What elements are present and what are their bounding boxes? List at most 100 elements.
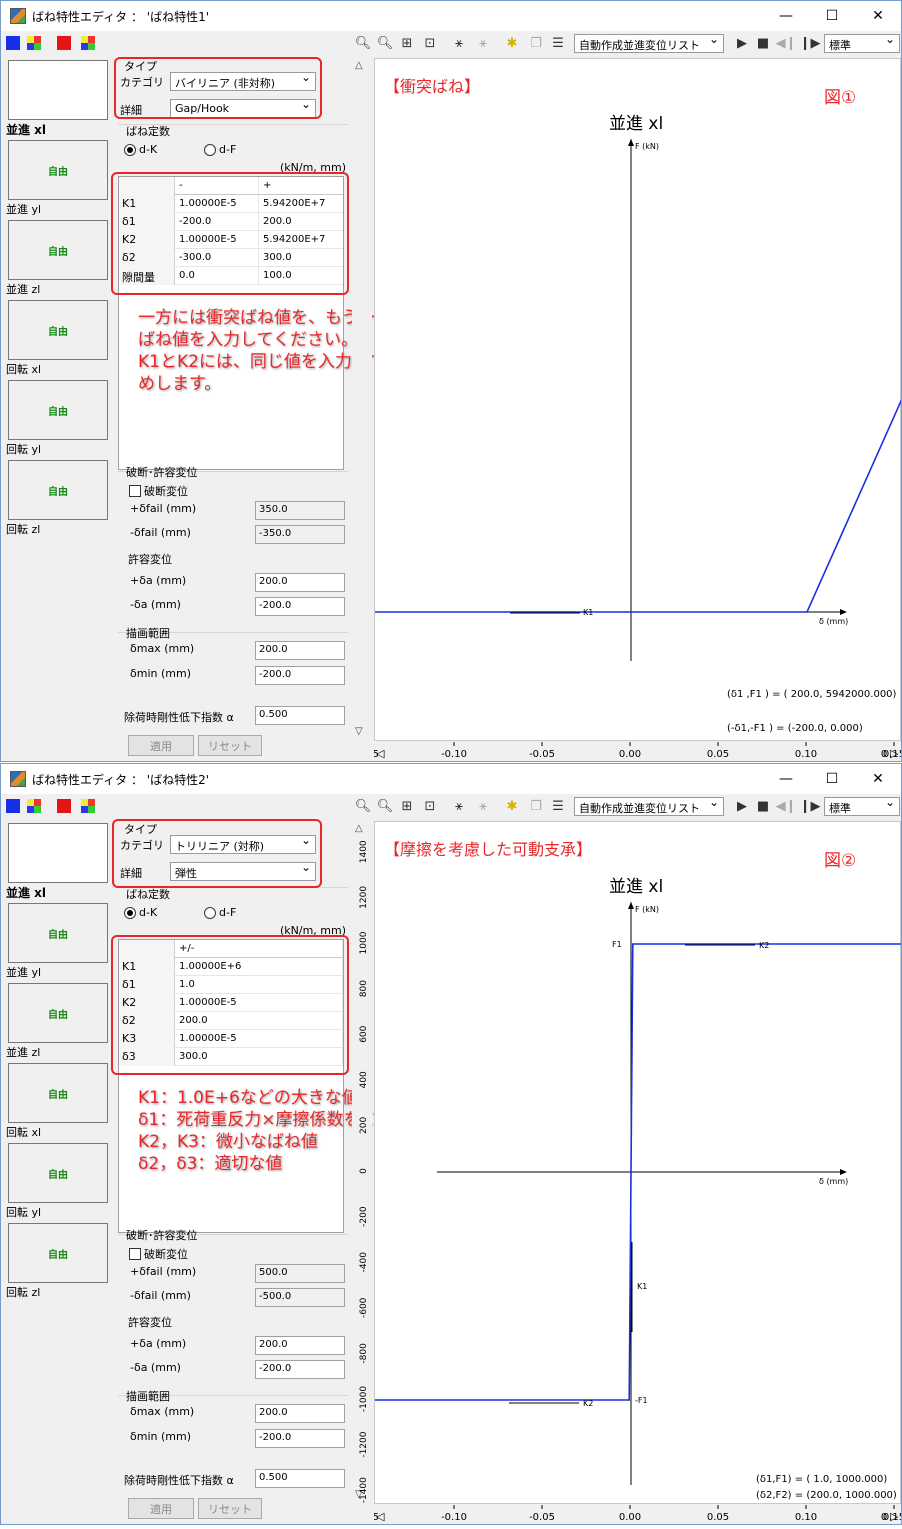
direction-thumbnail[interactable]: 自由 並進 zl bbox=[5, 218, 111, 298]
spring-curve-plot: F (kN) δ (mm) K1 【衝突ばね】 図① 並進 xl (δ1 ,F1 )… bbox=[374, 58, 901, 741]
run-figure-icon[interactable]: ✱ bbox=[504, 798, 520, 814]
blue-color-icon[interactable] bbox=[6, 36, 20, 50]
direction-thumbnail[interactable]: 自由 並進 zl bbox=[5, 981, 111, 1061]
maximize-button[interactable]: ☐ bbox=[809, 764, 855, 794]
horizontal-scrollbar[interactable]: ◁-0.25-0.20-0.15-0.10-0.050.000.050.100.… bbox=[177, 1505, 901, 1524]
thumbnail-preview: 自由 bbox=[8, 1063, 108, 1123]
step-forward-icon[interactable]: ❙▶ bbox=[800, 798, 821, 814]
run-figure-icon[interactable]: ✱ bbox=[504, 35, 520, 51]
close-button[interactable]: ✕ bbox=[855, 1, 901, 31]
y-tick-label: -1000 bbox=[359, 1386, 369, 1412]
direction-thumbnail[interactable]: 自由 回転 zl bbox=[5, 458, 111, 538]
close-button[interactable]: ✕ bbox=[855, 764, 901, 794]
zoom-in-icon[interactable]: 🔍︎ bbox=[355, 798, 372, 814]
direction-thumbnail[interactable]: 自由 回転 xl bbox=[5, 1061, 111, 1141]
mode-select[interactable]: 標準 bbox=[824, 34, 900, 53]
fit-all-icon[interactable]: ⊞ bbox=[399, 35, 415, 51]
red-color-icon[interactable] bbox=[57, 799, 71, 813]
y-tick-label: -400 bbox=[359, 1252, 369, 1273]
thumbnail-preview: 自由 bbox=[8, 1223, 108, 1283]
mode-select[interactable]: 標準 bbox=[824, 797, 900, 816]
instruction-note-line: K1：1.0E+6などの大きな値 bbox=[138, 1088, 359, 1108]
vertical-scrollbar[interactable]: △ ▽ bbox=[352, 58, 372, 741]
vertical-scrollbar[interactable]: △ ▽ 1400 1200 1000 800 600 400 200 0 -200 -400 -60… bbox=[352, 821, 372, 1504]
dk-radio[interactable] bbox=[124, 144, 136, 156]
direction-thumbnail[interactable]: 並進 xl bbox=[5, 821, 111, 901]
spring-disabled-icon: ⚹ bbox=[479, 35, 487, 51]
red-color-icon[interactable] bbox=[57, 36, 71, 50]
thumbnail-label: 回転 xl bbox=[6, 363, 42, 376]
fit-window-icon[interactable]: ⊡ bbox=[422, 798, 438, 814]
palette-icon[interactable] bbox=[27, 799, 41, 813]
scroll-down-icon[interactable]: ▽ bbox=[355, 726, 363, 737]
df-radio[interactable] bbox=[204, 907, 216, 919]
toolbar: 🔍︎ 🔍︎ ⊞ ⊡ ⚹ ⚹ ✱ ❐ ☰ 自動作成並進変位リスト ▶ ■ ◀❙ ❙… bbox=[1, 31, 901, 55]
stop-icon[interactable]: ■ bbox=[755, 798, 771, 814]
list-icon[interactable]: ☰ bbox=[550, 798, 566, 814]
fit-window-icon[interactable]: ⊡ bbox=[422, 35, 438, 51]
spring-disabled-icon: ⚹ bbox=[479, 798, 487, 814]
curve-point bbox=[628, 1399, 631, 1401]
direction-thumbnail[interactable]: 自由 並進 yl bbox=[5, 138, 111, 218]
palette-icon[interactable] bbox=[81, 799, 95, 813]
df-radio[interactable] bbox=[204, 144, 216, 156]
thumbnail-label: 並進 yl bbox=[6, 203, 42, 216]
readout-line: (δ1 ,F1 ) = ( 200.0, 5942000.000) bbox=[727, 689, 897, 700]
y-axis-arrow-icon bbox=[628, 902, 634, 909]
direction-thumbnail[interactable]: 自由並進 yl bbox=[5, 901, 111, 981]
direction-thumbnail[interactable]: 自由 回転 yl bbox=[5, 1141, 111, 1221]
spring-tool-icon[interactable]: ⚹ bbox=[451, 35, 467, 51]
plot-annotation: 【衝突ばね】 bbox=[384, 77, 481, 96]
minimize-button[interactable]: — bbox=[763, 764, 809, 794]
y-tick-label: -600 bbox=[359, 1297, 369, 1318]
step-forward-icon[interactable]: ❙▶ bbox=[800, 35, 821, 51]
thumbnail-label: 並進 yl bbox=[6, 966, 42, 979]
thumbnail-preview: 自由 bbox=[8, 220, 108, 280]
palette-icon[interactable] bbox=[81, 36, 95, 50]
dk-radio[interactable] bbox=[124, 907, 136, 919]
horizontal-scrollbar[interactable]: ◁-0.25-0.20-0.15-0.10-0.050.000.050.100.… bbox=[177, 742, 901, 761]
direction-thumbnail[interactable]: 並進 xl bbox=[5, 58, 111, 138]
x-tick-label: 0 bbox=[881, 1512, 887, 1523]
scroll-right-icon[interactable]: ▷ bbox=[890, 747, 899, 760]
curve-label: K1 bbox=[637, 1282, 647, 1291]
plot-canvas: F (kN) δ (mm) F1 K2 K1 -F1 K2 bbox=[375, 902, 901, 1485]
stop-icon[interactable]: ■ bbox=[755, 35, 771, 51]
x-tick-label: -0.15 bbox=[374, 749, 379, 760]
thumbnail-preview bbox=[8, 60, 108, 120]
palette-icon[interactable] bbox=[27, 36, 41, 50]
direction-thumbnail[interactable]: 自由 回転 xl bbox=[5, 298, 111, 378]
displacement-list-select[interactable]: 自動作成並進変位リスト bbox=[574, 797, 724, 816]
title-bar: ばね特性エディタ ： 'ばね特性2' — ☐ ✕ bbox=[1, 764, 901, 794]
maximize-button[interactable]: ☐ bbox=[809, 1, 855, 31]
plot-title: 並進 xl bbox=[609, 114, 664, 134]
blue-color-icon[interactable] bbox=[6, 799, 20, 813]
x-axis-label: δ (mm) bbox=[819, 1177, 848, 1186]
zoom-out-icon[interactable]: 🔍︎ bbox=[377, 798, 394, 814]
scroll-up-icon[interactable]: △ bbox=[355, 60, 363, 71]
scroll-right-icon[interactable]: ▷ bbox=[890, 1510, 899, 1523]
spring-tool-icon[interactable]: ⚹ bbox=[451, 798, 467, 814]
zoom-in-icon[interactable]: 🔍︎ bbox=[355, 35, 372, 51]
curve-label: F1 bbox=[612, 940, 622, 949]
direction-thumbnail[interactable]: 自由回転 zl bbox=[5, 1221, 111, 1301]
direction-thumbnail[interactable]: 自由 回転 yl bbox=[5, 378, 111, 458]
list-icon[interactable]: ☰ bbox=[550, 35, 566, 51]
table-highlight-box bbox=[111, 172, 349, 295]
thumbnail-preview bbox=[8, 823, 108, 883]
readout-line: (δ1,F1) = ( 1.0, 1000.000) bbox=[756, 1474, 888, 1485]
minimize-button[interactable]: — bbox=[763, 1, 809, 31]
play-icon[interactable]: ▶ bbox=[734, 35, 750, 51]
thumbnail-preview: 自由 bbox=[8, 983, 108, 1043]
zoom-out-icon[interactable]: 🔍︎ bbox=[377, 35, 394, 51]
x-tick-strip: ◁-0.25-0.20-0.15-0.10-0.050.000.050.100.… bbox=[177, 1505, 901, 1523]
thumbnail-preview: 自由 bbox=[8, 903, 108, 963]
displacement-list-select[interactable]: 自動作成並進変位リスト bbox=[574, 34, 724, 53]
thumbnail-preview: 自由 bbox=[8, 380, 108, 440]
thumbnail-label: 回転 zl bbox=[6, 1286, 41, 1299]
fit-all-icon[interactable]: ⊞ bbox=[399, 798, 415, 814]
spring-curve-series bbox=[375, 399, 901, 613]
play-icon[interactable]: ▶ bbox=[734, 798, 750, 814]
plot-canvas: F (kN) δ (mm) K1 bbox=[375, 139, 901, 661]
y-tick-label: 1200 bbox=[359, 886, 369, 909]
